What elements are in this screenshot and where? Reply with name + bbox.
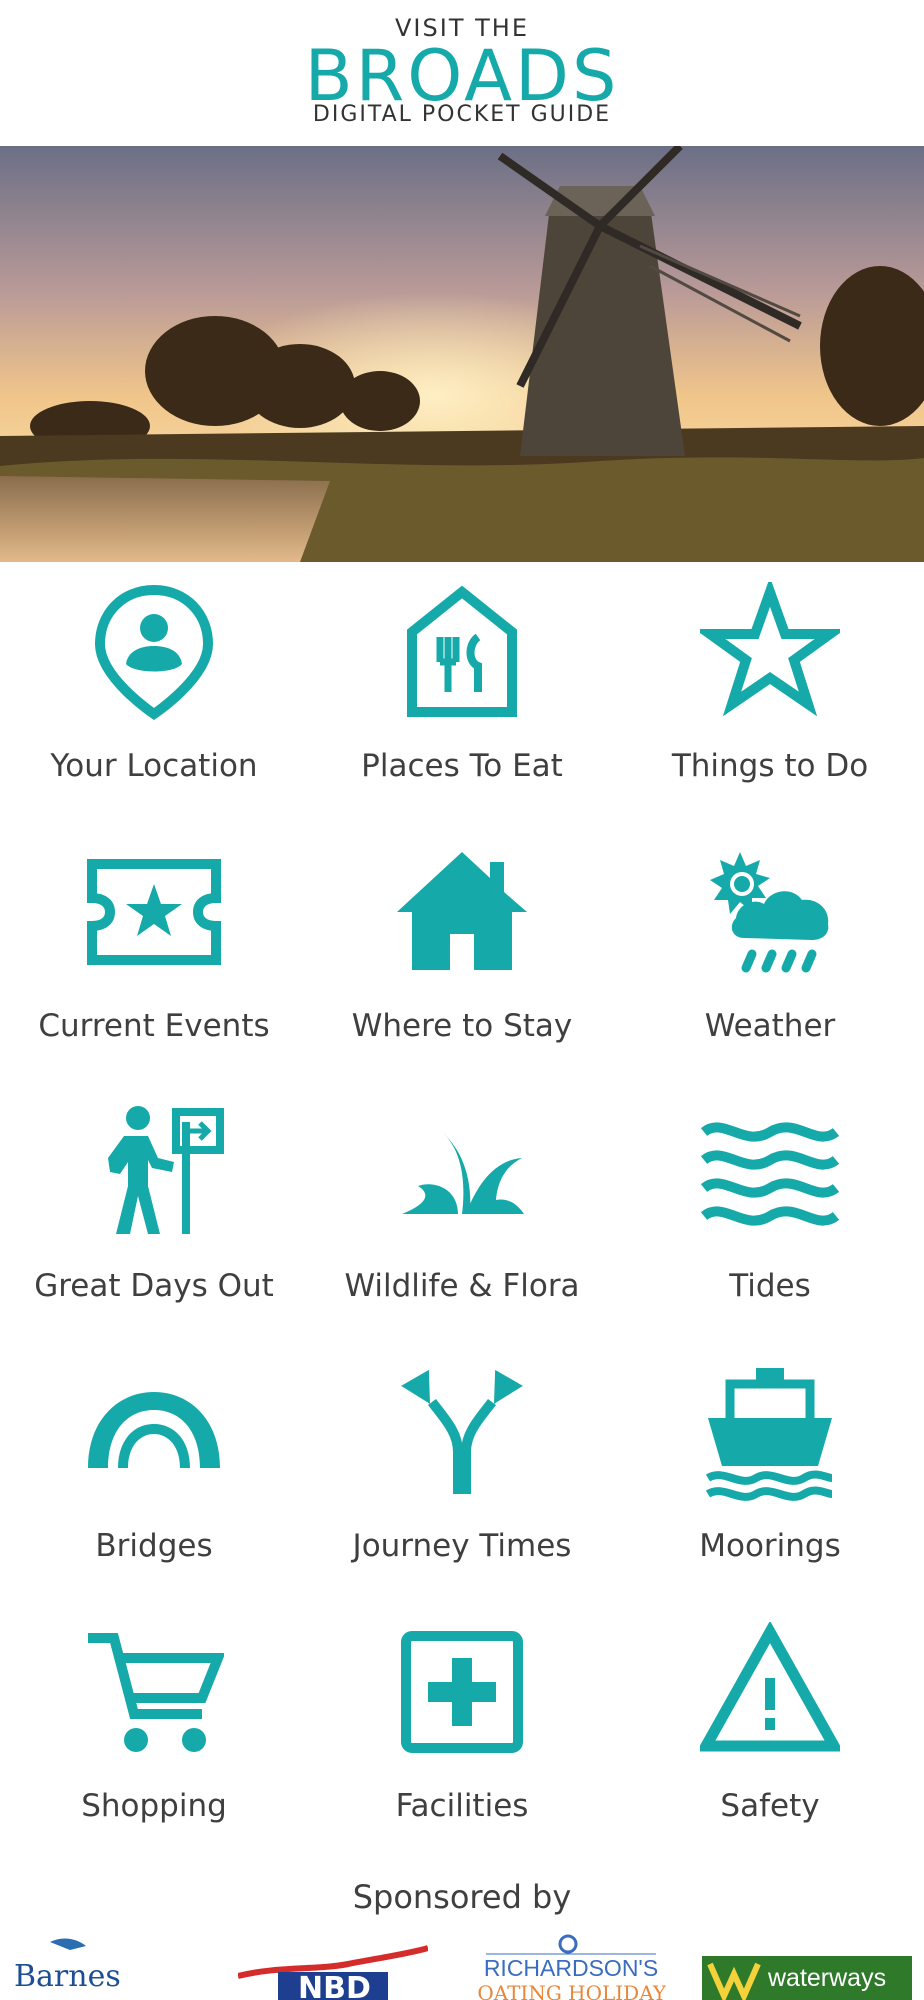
sponsor-boating-text: BOATING HOLIDAYS	[476, 1981, 666, 2000]
menu-journey-times[interactable]: Journey Times	[308, 1342, 616, 1602]
menu-label: Journey Times	[352, 1528, 572, 1564]
waves-icon	[700, 1122, 840, 1226]
menu-shopping[interactable]: Shopping	[0, 1602, 308, 1862]
shopping-cart-icon	[88, 1633, 224, 1752]
star-icon	[700, 582, 840, 717]
menu-label: Shopping	[81, 1788, 227, 1824]
sponsor-barnes-text: Barnes	[14, 1959, 121, 1994]
fork-arrows-icon	[401, 1369, 523, 1494]
menu-great-days-out[interactable]: Great Days Out	[0, 1082, 308, 1342]
menu-label: Your Location	[50, 748, 258, 784]
hiker-signpost-icon	[108, 1106, 224, 1234]
sponsor-richardsons-text: RICHARDSON'S	[484, 1955, 658, 1981]
sponsor-barnes-logo[interactable]: Barnes	[10, 1930, 180, 2000]
menu-wildlife-flora[interactable]: Wildlife & Flora	[308, 1082, 616, 1342]
menu-label: Wildlife & Flora	[344, 1268, 580, 1304]
menu-label: Safety	[720, 1788, 820, 1824]
reeds-icon	[402, 1132, 524, 1214]
logo-subtitle: DIGITAL POCKET GUIDE	[312, 102, 612, 127]
menu-weather[interactable]: Weather	[616, 822, 924, 1082]
warning-triangle-icon	[700, 1622, 840, 1752]
menu-current-events[interactable]: Current Events	[0, 822, 308, 1082]
sponsor-richardsons-logo[interactable]: RICHARDSON'S BOATING HOLIDAYS	[462, 1930, 680, 2000]
menu-grid: Your Location Places To Eat Things to Do…	[0, 562, 924, 1862]
first-aid-box-icon	[401, 1631, 523, 1753]
menu-label: Great Days Out	[34, 1268, 274, 1304]
menu-label: Places To Eat	[361, 748, 563, 784]
menu-where-to-stay[interactable]: Where to Stay	[308, 822, 616, 1082]
menu-label: Weather	[704, 1008, 836, 1044]
menu-label: Where to Stay	[351, 1008, 573, 1044]
menu-label: Tides	[729, 1268, 811, 1304]
menu-label: Current Events	[38, 1008, 270, 1044]
ticket-star-icon	[87, 859, 221, 965]
menu-label: Moorings	[699, 1528, 841, 1564]
sponsor-nbd-logo[interactable]: NBD	[237, 1930, 429, 2000]
sun-cloud-rain-icon	[710, 852, 829, 973]
bridge-arch-icon	[88, 1392, 220, 1468]
menu-label: Facilities	[395, 1788, 529, 1824]
menu-bridges[interactable]: Bridges	[0, 1342, 308, 1602]
menu-safety[interactable]: Safety	[616, 1602, 924, 1862]
restaurant-house-icon	[407, 585, 517, 717]
boat-icon	[705, 1368, 833, 1501]
menu-places-to-eat[interactable]: Places To Eat	[308, 562, 616, 822]
house-icon	[397, 852, 527, 970]
sponsor-waterways-logo[interactable]: waterways	[702, 1930, 912, 2000]
menu-things-to-do[interactable]: Things to Do	[616, 562, 924, 822]
menu-tides[interactable]: Tides	[616, 1082, 924, 1342]
menu-moorings[interactable]: Moorings	[616, 1342, 924, 1602]
app-header: VISIT THE BROADS DIGITAL POCKET GUIDE	[0, 0, 924, 146]
location-pin-person-icon	[94, 584, 214, 721]
menu-facilities[interactable]: Facilities	[308, 1602, 616, 1862]
hero-windmill-image	[0, 146, 924, 562]
menu-label: Things to Do	[671, 748, 869, 784]
sponsor-waterways-text: waterways	[767, 1964, 886, 1992]
menu-your-location[interactable]: Your Location	[0, 562, 308, 822]
sponsored-by-heading: Sponsored by	[352, 1878, 572, 1916]
menu-label: Bridges	[95, 1528, 213, 1564]
sponsor-strip: Barnes NBD RICHARDSON'S BOATING HOLIDAYS…	[0, 1930, 924, 2000]
sponsor-nbd-text: NBD	[298, 1971, 371, 2000]
